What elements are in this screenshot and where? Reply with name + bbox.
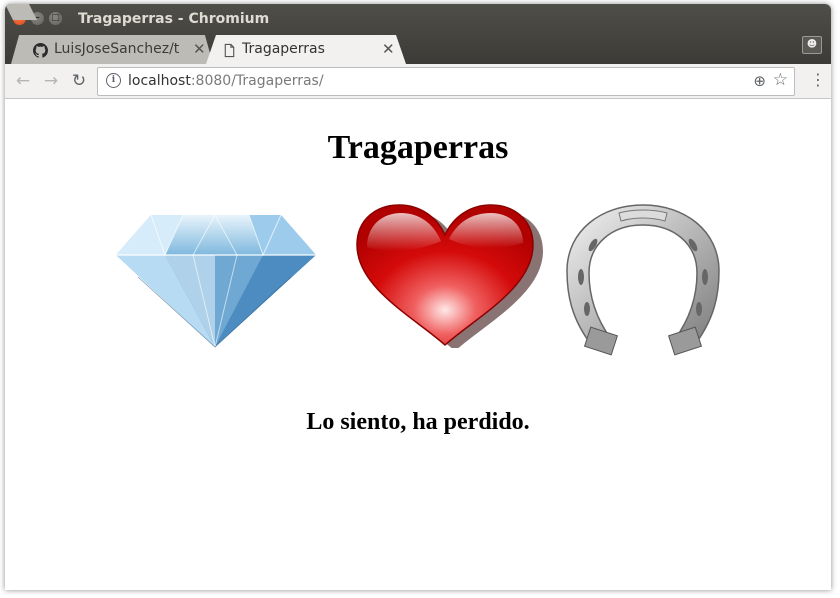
back-button[interactable]: ← xyxy=(13,71,33,91)
tab-github[interactable]: LuisJoseSanchez/t ✕ xyxy=(11,35,213,64)
profile-icon[interactable]: ☻ xyxy=(802,36,822,54)
page-content: Tragaperras Lo siento, ha perdido. xyxy=(5,99,831,590)
diamond-image xyxy=(116,214,316,348)
tab-label: LuisJoseSanchez/t xyxy=(54,41,180,57)
tab-tragaperras[interactable]: Tragaperras ✕ xyxy=(206,35,406,64)
url-path: :8080/Tragaperras/ xyxy=(190,73,324,89)
page-icon xyxy=(224,43,235,58)
horseshoe-image xyxy=(566,204,720,356)
title-bar: ✕ – □ Tragaperras - Chromium LuisJoseSan… xyxy=(5,4,831,64)
toolbar: ← → ↻ i localhost:8080/Tragaperras/ ⊕ ☆ … xyxy=(5,64,831,99)
github-icon xyxy=(33,43,48,58)
address-bar[interactable]: i localhost:8080/Tragaperras/ ⊕ ☆ xyxy=(97,67,795,96)
info-icon[interactable]: i xyxy=(106,73,121,88)
new-tab-button[interactable] xyxy=(5,4,37,20)
zoom-icon[interactable]: ⊕ xyxy=(753,72,766,90)
url-host: localhost xyxy=(128,73,191,89)
browser-window: ✕ – □ Tragaperras - Chromium LuisJoseSan… xyxy=(5,4,831,590)
result-message: Lo siento, ha perdido. xyxy=(306,409,530,435)
menu-icon[interactable]: ⋮ xyxy=(810,70,826,89)
forward-button[interactable]: → xyxy=(41,71,61,91)
tab-label: Tragaperras xyxy=(242,41,325,57)
bookmark-star-icon[interactable]: ☆ xyxy=(773,70,788,90)
heart-image xyxy=(356,204,543,348)
tab-close-button[interactable]: ✕ xyxy=(193,40,206,58)
url-text[interactable]: localhost:8080/Tragaperras/ xyxy=(128,73,324,89)
window-maximize-button[interactable]: □ xyxy=(49,12,62,25)
window-title: Tragaperras - Chromium xyxy=(78,11,270,27)
page-title: Tragaperras xyxy=(327,129,509,166)
reload-button[interactable]: ↻ xyxy=(69,71,89,91)
tab-close-button[interactable]: ✕ xyxy=(382,40,395,58)
